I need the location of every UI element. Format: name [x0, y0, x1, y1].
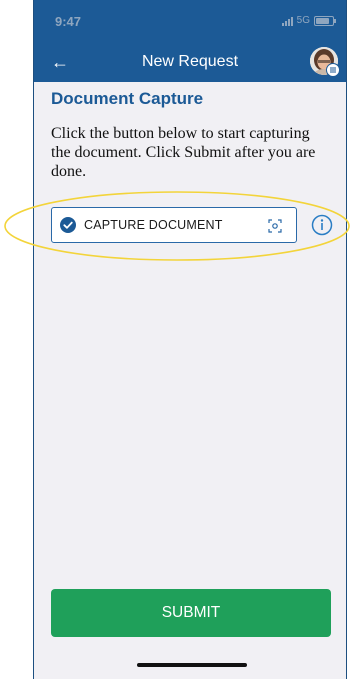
- scan-icon: [268, 219, 282, 233]
- submit-button[interactable]: SUBMIT: [51, 589, 331, 637]
- home-indicator: [137, 663, 247, 667]
- capture-document-label: CAPTURE DOCUMENT: [84, 218, 223, 232]
- page-title: New Request: [141, 53, 239, 70]
- network-label: 5G: [296, 15, 310, 26]
- section-title: Document Capture: [51, 89, 204, 108]
- status-time: 9:47: [55, 14, 82, 29]
- battery-icon: [314, 15, 336, 26]
- signal-icon: [281, 16, 293, 26]
- capture-document-button[interactable]: CAPTURE DOCUMENT: [51, 207, 297, 243]
- avatar[interactable]: [310, 47, 340, 77]
- status-indicators: 5G: [281, 15, 336, 26]
- menu-badge-icon: [326, 63, 340, 77]
- phone-screen: 9:47 5G ← New Request Document Capture C…: [33, 0, 347, 679]
- app-bar: ← New Request: [34, 44, 346, 82]
- info-icon[interactable]: [311, 214, 333, 236]
- submit-label: SUBMIT: [161, 604, 221, 621]
- checkmark-icon: [60, 217, 76, 233]
- instructions-text: Click the button below to start capturin…: [51, 125, 316, 180]
- status-bar: 9:47 5G: [34, 0, 346, 44]
